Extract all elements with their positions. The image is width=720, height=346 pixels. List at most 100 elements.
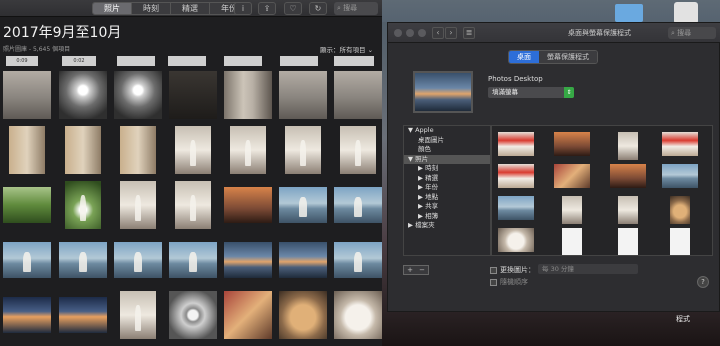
photo-tile[interactable] [223, 290, 273, 339]
wallpaper-thumbnail[interactable] [662, 132, 698, 156]
back-icon[interactable]: ‹ [432, 27, 444, 39]
source-list-item[interactable]: ▶ 精選 [404, 174, 490, 184]
photo-strip[interactable] [224, 56, 262, 66]
source-list-item[interactable]: ▶ 共享 [404, 202, 490, 212]
photo-tile[interactable] [2, 125, 52, 174]
photo-tile[interactable] [2, 235, 52, 284]
photo-tile[interactable] [113, 180, 163, 229]
wallpaper-thumbnail[interactable] [554, 132, 590, 156]
photo-tile[interactable] [58, 235, 108, 284]
heart-icon[interactable]: ♡ [284, 2, 302, 15]
help-button[interactable]: ? [697, 276, 709, 288]
dock-item-label[interactable]: 程式 [676, 314, 690, 324]
photo-tile[interactable] [168, 70, 218, 119]
wallpaper-thumbnail[interactable] [610, 164, 646, 188]
photos-search-input[interactable]: ⌕ 搜尋 [334, 2, 378, 15]
wallpaper-thumbnail[interactable] [662, 164, 698, 188]
change-picture-checkbox[interactable]: 更換圖片： [490, 265, 535, 275]
photo-tile[interactable] [113, 235, 163, 284]
wallpaper-thumbnail[interactable] [670, 196, 690, 224]
photo-tile[interactable] [333, 290, 382, 339]
wallpaper-thumbnail[interactable] [618, 196, 638, 224]
photo-strip[interactable] [334, 56, 374, 66]
photo-tile[interactable] [168, 180, 218, 229]
photo-strip[interactable] [168, 56, 206, 66]
forward-icon[interactable]: › [445, 27, 457, 39]
zoom-button[interactable] [418, 29, 426, 37]
source-list-item[interactable]: 桌面圖片 [404, 136, 490, 146]
show-all-grid-icon[interactable]: ≣ [463, 27, 475, 39]
video-duration-badge[interactable]: 0:09 [6, 56, 38, 66]
close-button[interactable] [394, 29, 402, 37]
photo-strip[interactable] [117, 56, 155, 66]
change-interval-select[interactable]: 每 30 分鐘 [538, 264, 638, 274]
wallpaper-thumbnail[interactable] [498, 228, 534, 252]
desktop-drive-icon[interactable] [674, 2, 698, 24]
wallpaper-thumbnail[interactable] [498, 132, 534, 156]
rotate-icon[interactable]: ↻ [309, 2, 327, 15]
tab-photos[interactable]: 照片 [93, 3, 132, 14]
tab-desktop[interactable]: 桌面 [509, 51, 539, 63]
source-list-item[interactable]: ▶ 檔案夾 [404, 221, 490, 231]
photo-tile[interactable] [113, 125, 163, 174]
photo-tile[interactable] [223, 70, 273, 119]
wallpaper-thumbnail[interactable] [562, 228, 582, 255]
source-list-item[interactable]: ▶ 地點 [404, 193, 490, 203]
photo-tile[interactable] [168, 290, 218, 339]
source-list-item[interactable]: ▼ 照片 [404, 154, 490, 164]
photo-tile[interactable] [278, 70, 328, 119]
photo-tile[interactable] [113, 70, 163, 119]
share-icon[interactable]: ⇪ [258, 2, 276, 15]
photo-tile[interactable] [278, 125, 328, 174]
wallpaper-thumbnail[interactable] [554, 164, 590, 188]
info-icon[interactable]: i [234, 2, 252, 15]
photo-tile[interactable] [333, 235, 382, 284]
tab-collections[interactable]: 精選 [171, 3, 210, 14]
photo-tile[interactable] [168, 125, 218, 174]
photo-strip[interactable] [280, 56, 318, 66]
wallpaper-thumbnail[interactable] [618, 228, 638, 255]
wallpaper-thumbnail[interactable] [618, 132, 638, 160]
photo-tile[interactable] [2, 180, 52, 229]
photo-tile[interactable] [58, 125, 108, 174]
photo-tile[interactable] [223, 125, 273, 174]
source-list-item[interactable]: ▼ Apple [404, 126, 490, 136]
photo-tile[interactable] [223, 235, 273, 284]
prefs-search-input[interactable]: ⌕ 搜尋 [668, 27, 716, 39]
wallpaper-thumbnail[interactable] [670, 228, 690, 255]
photo-tile[interactable] [333, 180, 382, 229]
tab-moments[interactable]: 時刻 [132, 3, 171, 14]
source-list-item[interactable]: ▶ 相簿 [404, 212, 490, 222]
photo-tile[interactable] [58, 290, 108, 339]
photo-tile[interactable] [333, 70, 382, 119]
video-duration-badge[interactable]: 0:02 [62, 56, 96, 66]
photo-tile[interactable] [278, 235, 328, 284]
photo-tile[interactable] [168, 235, 218, 284]
photo-tile[interactable] [58, 180, 108, 229]
remove-folder-button[interactable]: − [419, 266, 425, 274]
photo-tile[interactable] [333, 125, 382, 174]
source-list-item[interactable]: ▶ 時刻 [404, 164, 490, 174]
photo-tile[interactable] [2, 70, 52, 119]
photo-tile[interactable] [278, 290, 328, 339]
photo-tile[interactable] [58, 70, 108, 119]
wallpaper-thumbnail[interactable] [562, 196, 582, 224]
desktop-folder-icon[interactable] [615, 4, 643, 22]
random-order-checkbox[interactable]: 隨機順序 [490, 277, 528, 287]
fit-mode-select[interactable]: 填滿螢幕 ⇕ [488, 87, 574, 98]
photo-tile[interactable] [278, 180, 328, 229]
wallpaper-thumbnail[interactable] [498, 164, 534, 188]
photo-tile[interactable] [223, 180, 273, 229]
add-folder-button[interactable]: + [407, 266, 413, 274]
tab-screensaver[interactable]: 螢幕保護程式 [539, 51, 597, 63]
checkbox-box[interactable] [490, 278, 497, 286]
wallpaper-thumbnail[interactable] [498, 196, 534, 220]
photo-tile[interactable] [113, 290, 163, 339]
minimize-button[interactable] [406, 29, 414, 37]
source-list-item[interactable]: ▶ 年份 [404, 183, 490, 193]
photo-tile[interactable] [2, 290, 52, 339]
checkbox-box[interactable] [490, 266, 497, 274]
source-list-item[interactable]: 顏色 [404, 145, 490, 155]
photo-thumbnail [65, 125, 101, 174]
view-filter-dropdown[interactable]: 顯示：所有項目 ⌄ [320, 44, 373, 54]
